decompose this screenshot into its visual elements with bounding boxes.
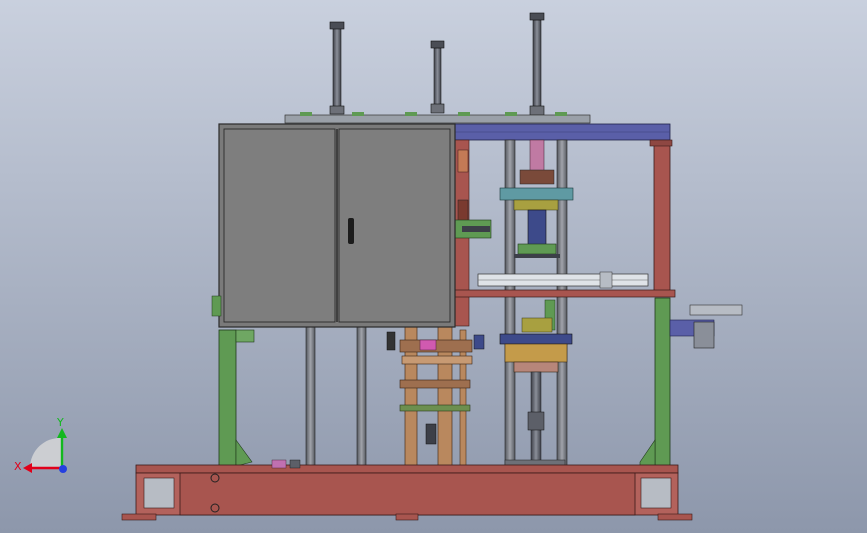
- slide-rail[interactable]: [454, 271, 676, 298]
- y-axis-label: Y: [56, 416, 64, 429]
- z-axis-dot-icon: [59, 465, 67, 473]
- cad-model-view[interactable]: Y X: [0, 0, 867, 533]
- electrical-cabinet[interactable]: [211, 123, 456, 328]
- cad-viewport[interactable]: Y X: [0, 0, 867, 533]
- top-beam[interactable]: [454, 123, 671, 141]
- base-frame[interactable]: [121, 459, 693, 521]
- x-axis-label: X: [14, 460, 22, 473]
- cabinet-handle-icon[interactable]: [348, 218, 354, 244]
